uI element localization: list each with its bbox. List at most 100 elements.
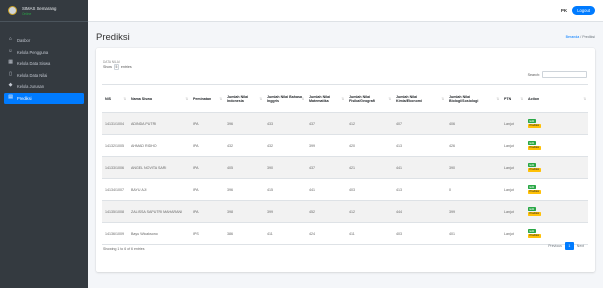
table-cell: ZALISSA SAPUTRI MAHARANI — [128, 200, 190, 223]
edit-button[interactable]: Edit — [528, 141, 536, 145]
column-header-label: Jumlah Nilai Matematika — [309, 94, 331, 103]
file-icon: ▯ — [9, 71, 12, 77]
table-cell: 437 — [306, 112, 346, 135]
table-cell: 421 — [346, 156, 393, 179]
page-1-button[interactable]: 1 — [564, 242, 574, 250]
sort-icon: ⇅ — [185, 96, 188, 101]
edit-button[interactable]: Edit — [528, 207, 536, 211]
table-cell: 432 — [224, 134, 264, 157]
column-header[interactable]: Jumlah Nilai Indonesia ⇅ — [224, 84, 264, 113]
column-header[interactable]: Action ⇅ — [525, 84, 588, 113]
table-cell: 14133/1006 — [102, 156, 128, 179]
table-cell: 406 — [446, 112, 501, 135]
sort-icon: ⇅ — [301, 96, 304, 101]
column-header-label: Action — [528, 96, 540, 101]
table-cell: AHMAD RIDHO — [128, 134, 190, 157]
column-header[interactable]: Jumlah Nilai Biologi/Sosiologi ⇅ — [446, 84, 501, 113]
topbar: PK Logout — [88, 0, 603, 22]
table-row: 14131/1004 ADINDA PUTRI IPA 396 433 437 412 407… — [102, 112, 588, 135]
column-header-label: Jumlah Nilai Bahasa Inggris — [267, 94, 302, 103]
sort-icon: ⇅ — [388, 96, 391, 101]
sidebar-item-kelola-data-siswa[interactable]: ▦ Kelola Data Siswa — [4, 58, 84, 69]
table-cell: 403 — [393, 222, 446, 245]
table-cell: 424 — [306, 222, 346, 245]
edit-button[interactable]: Edit — [528, 229, 536, 233]
table-cell: 14135/1008 — [102, 200, 128, 223]
chart-icon: ▤ — [8, 94, 13, 100]
table-cell: 412 — [346, 200, 393, 223]
table-cell: 14131/1004 — [102, 112, 128, 135]
column-header-label: Jumlah Nilai Fisika/Geografi — [349, 94, 375, 103]
column-header[interactable]: Jumlah Nilai Fisika/Geografi ⇅ — [346, 84, 393, 113]
table-cell: Bayu Wicaksono — [128, 222, 190, 245]
breadcrumb: Beranda / Prediksi — [566, 35, 595, 39]
content-header: Prediksi Beranda / Prediksi — [96, 31, 595, 43]
table-cell: 441 — [306, 178, 346, 201]
sidebar-item-label: Kelola Data Nilai — [17, 72, 48, 78]
entries-select[interactable]: 5 — [113, 64, 120, 70]
table-cell: 396 — [224, 178, 264, 201]
table-cell: IPA — [190, 156, 224, 179]
table-cell: IPS — [190, 222, 224, 245]
table-cell: 399 — [446, 200, 501, 223]
edit-button[interactable]: Edit — [528, 163, 536, 167]
predict-button[interactable]: Prediksi — [528, 146, 541, 150]
predict-button[interactable]: Prediksi — [528, 168, 541, 172]
edit-button[interactable]: Edit — [528, 185, 536, 189]
sidebar-item-kelola-pengguna[interactable]: ☺ Kelola Pengguna — [4, 47, 84, 58]
column-header[interactable]: Jumlah Nilai Kimia/Ekonomi ⇅ — [393, 84, 446, 113]
column-header-label: Jumlah Nilai Indonesia — [227, 94, 249, 103]
user-initials[interactable]: PK — [561, 8, 567, 13]
sidebar-item-kelola-data-nilai[interactable]: ▯ Kelola Data Nilai — [4, 70, 84, 81]
table-cell: 433 — [264, 112, 306, 135]
column-header[interactable]: Jumlah Nilai Matematika ⇅ — [306, 84, 346, 113]
table-cell: 14136/1009 — [102, 222, 128, 245]
predict-button[interactable]: Prediksi — [528, 212, 541, 216]
page-title: Prediksi — [96, 31, 130, 43]
column-header[interactable]: NIS ⇅ — [102, 84, 128, 113]
sidebar-item-kelola-jurusan[interactable]: ◆ Kelola Jurusan — [4, 81, 84, 92]
logout-button[interactable]: Logout — [572, 6, 595, 15]
column-header[interactable]: Peminatan ⇅ — [190, 84, 224, 113]
next-page-button[interactable]: Next — [574, 242, 587, 250]
table-cell: 444 — [393, 200, 446, 223]
action-cell: Edit Prediksi — [525, 134, 588, 157]
table-cell: IPA — [190, 112, 224, 135]
column-header-label: Peminatan — [193, 96, 212, 101]
table-cell: 413 — [393, 134, 446, 157]
column-header-label: PTN — [504, 96, 512, 101]
predict-button[interactable]: Prediksi — [528, 234, 541, 238]
column-header[interactable]: Nama Siswa ⇅ — [128, 84, 190, 113]
table-cell: 420 — [346, 134, 393, 157]
sort-icon: ⇅ — [219, 96, 222, 101]
sort-icon: ⇅ — [341, 96, 344, 101]
table-body: 14131/1004 ADINDA PUTRI IPA 396 433 437 412 407… — [102, 112, 588, 245]
table-icon: ▦ — [8, 60, 13, 66]
data-card: DATA NILAI Show 5 entries Search: NIS ⇅ Na… — [96, 48, 595, 272]
table-row: 14134/1007 BAYU AJI IPA 396 415 441 403 413 0 Lan… — [102, 178, 588, 201]
sort-icon: ⇅ — [496, 96, 499, 101]
table-cell: BAYU AJI — [128, 178, 190, 201]
sort-icon: ⇅ — [583, 96, 586, 101]
data-table: NIS ⇅ Nama Siswa ⇅ Peminatan ⇅ Jumlah Nilai In… — [102, 84, 588, 245]
column-header[interactable]: Jumlah Nilai Bahasa Inggris ⇅ — [264, 84, 306, 113]
table-cell: 432 — [264, 134, 306, 157]
users-icon: ☺ — [8, 48, 13, 54]
table-cell: 390 — [264, 156, 306, 179]
table-cell: 399 — [306, 134, 346, 157]
home-icon: ⌂ — [9, 37, 12, 43]
predict-button[interactable]: Prediksi — [528, 190, 541, 194]
previous-page-button[interactable]: Previous — [545, 242, 565, 250]
table-cell: 415 — [264, 178, 306, 201]
breadcrumb-home[interactable]: Beranda — [566, 35, 580, 39]
brand[interactable]: SIMAS Semarang Online — [0, 0, 88, 22]
edit-button[interactable]: Edit — [528, 119, 536, 123]
search-input[interactable] — [542, 71, 587, 78]
column-header[interactable]: PTN ⇅ — [501, 84, 525, 113]
table-cell: 399 — [264, 200, 306, 223]
predict-button[interactable]: Prediksi — [528, 124, 541, 128]
sidebar-item-dasbor[interactable]: ⌂ Dasbor — [4, 35, 84, 46]
sidebar-item-prediksi[interactable]: ▤ Prediksi — [4, 92, 84, 104]
sort-icon: ⇅ — [259, 96, 262, 101]
table-cell: 14132/1005 — [102, 134, 128, 157]
